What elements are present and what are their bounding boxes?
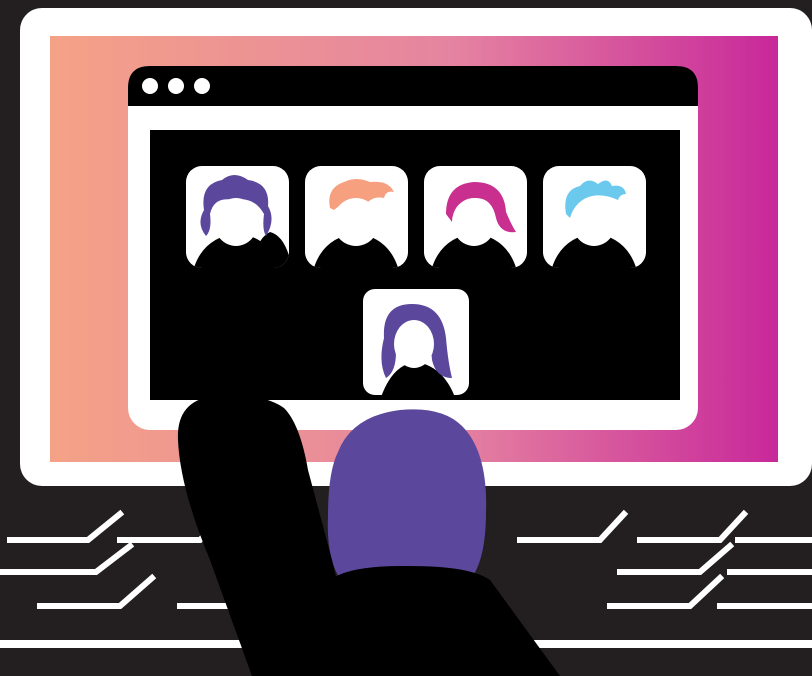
participant-tile-4[interactable] (543, 166, 646, 275)
window-control-dot-1[interactable] (142, 78, 158, 94)
participant-face (452, 198, 496, 246)
self-view-tile[interactable] (363, 289, 469, 400)
participant-tile-3[interactable] (424, 166, 527, 275)
participant-tile-2[interactable] (305, 166, 408, 275)
participant-tile-1[interactable] (186, 166, 292, 275)
user-hair (327, 409, 487, 582)
window-control-dot-2[interactable] (168, 78, 184, 94)
self-face (394, 320, 434, 368)
participant-face (572, 198, 616, 246)
window-control-dot-3[interactable] (194, 78, 210, 94)
participant-face (333, 198, 379, 246)
participant-face (214, 198, 258, 246)
illustration (0, 0, 812, 676)
window-titlebar (128, 66, 698, 106)
